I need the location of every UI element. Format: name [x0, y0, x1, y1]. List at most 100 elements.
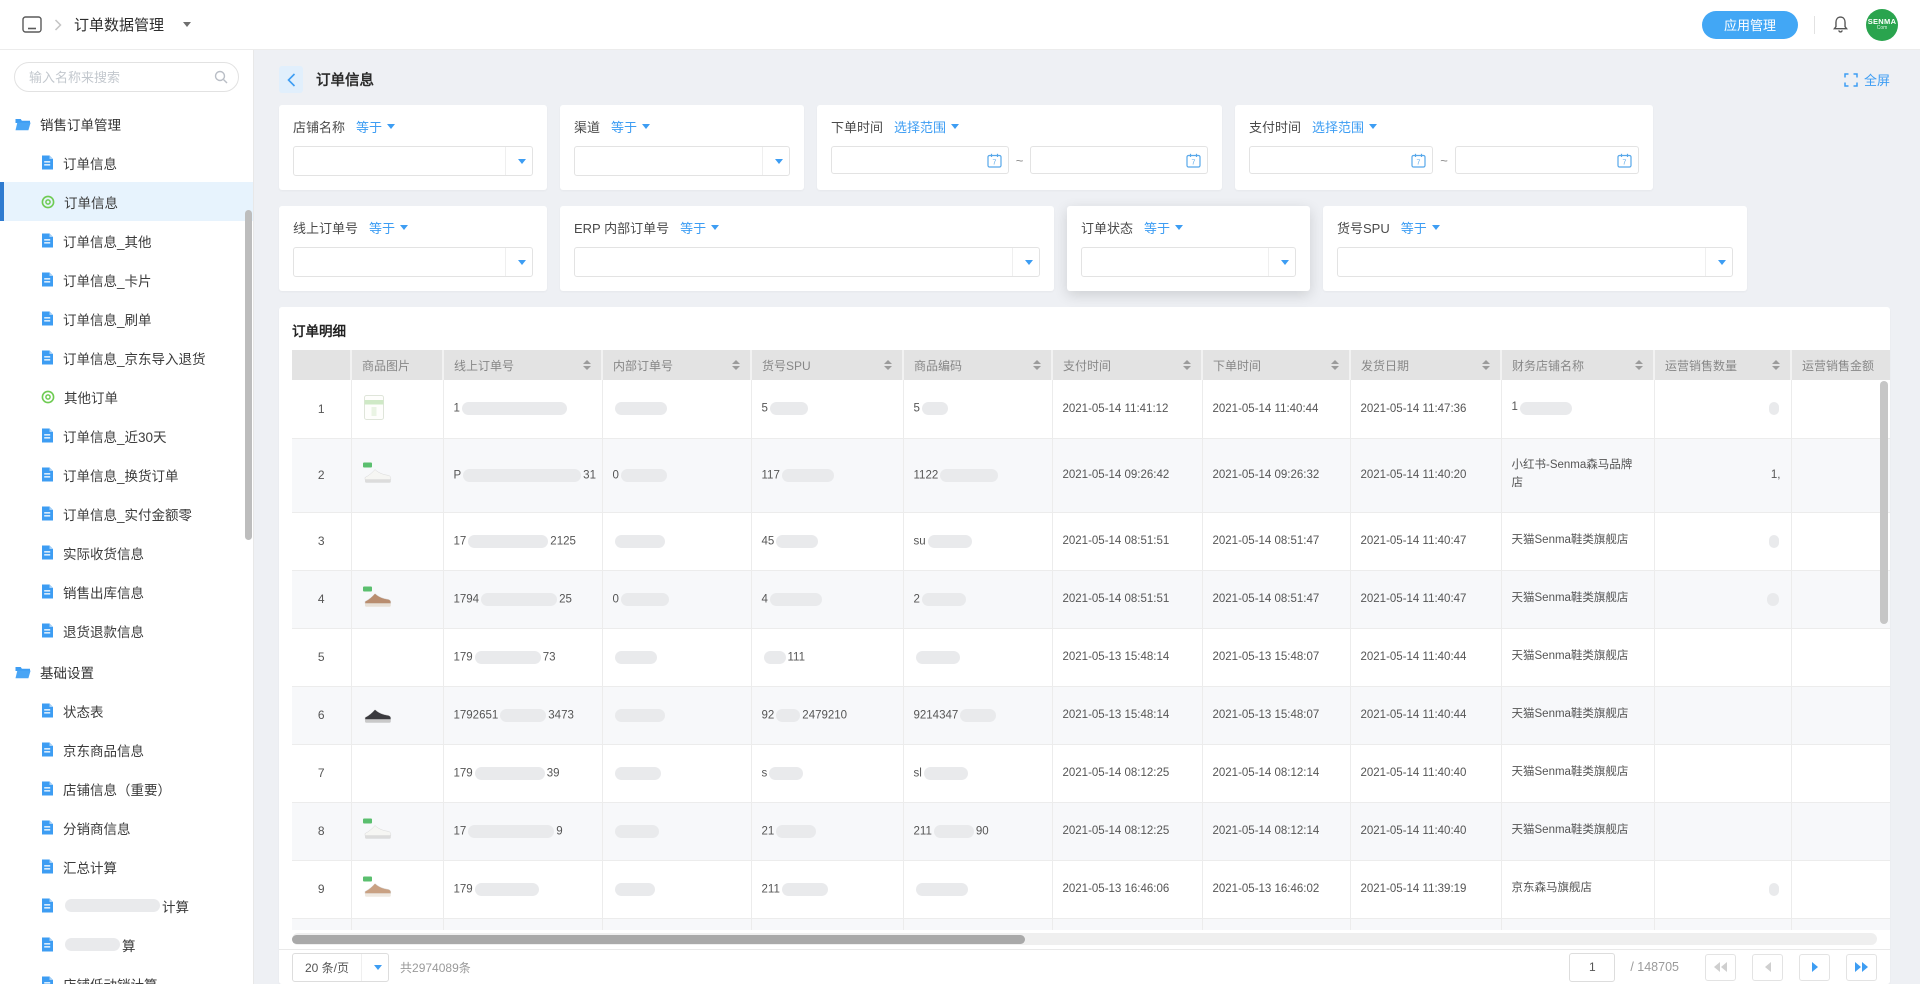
ship-date-cell: 2021-05-14 11:47:36 — [1350, 380, 1501, 438]
fullscreen-button[interactable]: 全屏 — [1844, 70, 1890, 89]
page-size-select[interactable]: 20 条/页 — [292, 953, 389, 982]
sidebar-item[interactable]: 订单信息_近30天 — [0, 416, 253, 455]
sidebar-item[interactable]: 订单信息_刷单 — [0, 299, 253, 338]
svg-text:7: 7 — [1417, 159, 1421, 166]
order-time-cell: 2021-05-14 08:51:47 — [1202, 570, 1350, 628]
sidebar-item[interactable]: 实际收货信息 — [0, 533, 253, 572]
filter-op-dropdown[interactable]: 选择范围 — [1312, 117, 1377, 136]
ship-date-cell: 2021-05-14 11:39:19 — [1350, 860, 1501, 918]
filter-op-dropdown[interactable]: 选择范围 — [894, 117, 959, 136]
sidebar-item[interactable]: 订单信息 — [0, 143, 253, 182]
filter-op-dropdown[interactable]: 等于 — [1401, 218, 1440, 237]
sidebar-item[interactable]: 销售出库信息 — [0, 572, 253, 611]
filter-select[interactable] — [1337, 247, 1733, 277]
sidebar-item[interactable]: 汇总计算 — [0, 847, 253, 886]
doc-icon — [41, 350, 54, 365]
ship-date-cell: 2021-05-14 11:40:40 — [1350, 744, 1501, 802]
column-header[interactable]: 货号SPU — [751, 350, 903, 380]
page-input[interactable] — [1569, 953, 1615, 982]
column-header-label: 商品编码 — [914, 357, 962, 374]
first-page-button[interactable] — [1705, 954, 1736, 981]
spu-cell: 111 — [751, 628, 903, 686]
sidebar-item[interactable]: 订单信息_换货订单 — [0, 455, 253, 494]
filter-op-dropdown[interactable]: 等于 — [680, 218, 719, 237]
column-header[interactable]: 商品编码 — [903, 350, 1052, 380]
date-input-start[interactable]: 7 — [831, 146, 1009, 174]
column-header[interactable]: 发货日期 — [1350, 350, 1501, 380]
table-wrap: 商品图片线上订单号内部订单号货号SPU商品编码支付时间下单时间发货日期财务店铺名… — [279, 350, 1890, 930]
sidebar-item[interactable]: 店铺信息（重要） — [0, 769, 253, 808]
last-page-button[interactable] — [1846, 954, 1877, 981]
sidebar-item[interactable]: 京东商品信息 — [0, 730, 253, 769]
select-caret — [505, 147, 532, 175]
svg-text:7: 7 — [1192, 159, 1196, 166]
online-order-no-cell: 179 — [443, 802, 602, 860]
column-header[interactable]: 内部订单号 — [602, 350, 751, 380]
prev-page-button[interactable] — [1752, 954, 1783, 981]
date-input-start[interactable]: 7 — [1249, 146, 1433, 174]
sidebar-item[interactable]: 算 — [0, 925, 253, 964]
doc-icon — [41, 506, 54, 521]
filter-select[interactable] — [574, 146, 790, 176]
sidebar-item[interactable]: 订单信息_其他 — [0, 221, 253, 260]
table-vertical-scrollbar[interactable] — [1880, 381, 1888, 624]
sidebar-item[interactable]: 订单信息_京东导入退货 — [0, 338, 253, 377]
sidebar-item[interactable]: 计算 — [0, 886, 253, 925]
pagination-bar: 20 条/页 共2974089条 / 148705 — [279, 949, 1890, 984]
column-header-label: 运营销售金额 — [1802, 357, 1874, 374]
sidebar-item[interactable]: 其他订单 — [0, 377, 253, 416]
sidebar-item[interactable]: 状态表 — [0, 691, 253, 730]
sidebar-group-label: 销售订单管理 — [40, 114, 121, 134]
online-order-no-cell: 17973 — [443, 628, 602, 686]
order-time-cell: 2021-05-13 15:48:07 — [1202, 628, 1350, 686]
sidebar-scrollbar[interactable] — [245, 210, 252, 540]
sidebar-group[interactable]: 基础设置 — [0, 650, 253, 691]
sidebar-item-label: 订单信息_换货订单 — [63, 465, 179, 485]
sort-icon — [1772, 360, 1780, 370]
filter-select[interactable] — [293, 146, 533, 176]
sidebar-item[interactable]: 店铺低动销计算 — [0, 964, 253, 984]
date-input-end[interactable]: 7 — [1030, 146, 1208, 174]
sidebar-item[interactable]: 订单信息_卡片 — [0, 260, 253, 299]
filter-op-dropdown[interactable]: 等于 — [1144, 218, 1183, 237]
column-header[interactable]: 财务店铺名称 — [1501, 350, 1654, 380]
user-avatar[interactable]: SENMA Com — [1866, 9, 1898, 41]
sidebar-item[interactable]: 订单信息 — [0, 182, 253, 221]
window-icon[interactable] — [22, 16, 42, 33]
filter-op-dropdown[interactable]: 等于 — [611, 117, 650, 136]
column-header[interactable]: 支付时间 — [1052, 350, 1202, 380]
sidebar-search-input[interactable] — [14, 62, 239, 92]
table-horizontal-scrollbar[interactable] — [292, 935, 1025, 944]
sidebar-item[interactable]: 分销商信息 — [0, 808, 253, 847]
sidebar-item[interactable]: 退货退款信息 — [0, 611, 253, 650]
sidebar-group[interactable]: 销售订单管理 — [0, 102, 253, 143]
filter-select[interactable] — [293, 247, 533, 277]
app-title[interactable]: 订单数据管理 — [74, 14, 164, 35]
sidebar-item-label: 订单信息 — [63, 153, 117, 173]
internal-order-no-cell — [602, 686, 751, 744]
column-header[interactable]: 运营销售金额 — [1791, 350, 1890, 380]
next-page-button[interactable] — [1799, 954, 1830, 981]
sales-amount-cell — [1791, 380, 1890, 438]
internal-order-no-cell — [602, 918, 751, 930]
search-icon — [214, 70, 228, 89]
app-manage-button[interactable]: 应用管理 — [1702, 11, 1798, 39]
filter-select[interactable] — [1081, 247, 1296, 277]
sales-qty-cell — [1654, 570, 1791, 628]
column-header[interactable]: 线上订单号 — [443, 350, 602, 380]
online-order-no-cell: 179425 — [443, 570, 602, 628]
spu-cell: 21 — [751, 802, 903, 860]
product-code-cell — [903, 918, 1052, 930]
row-number: 5 — [292, 628, 351, 686]
filter-select[interactable] — [574, 247, 1040, 277]
date-input-end[interactable]: 7 — [1455, 146, 1639, 174]
title-dropdown-icon[interactable] — [183, 22, 191, 27]
column-header[interactable]: 下单时间 — [1202, 350, 1350, 380]
column-header[interactable]: 运营销售数量 — [1654, 350, 1791, 380]
product-code-cell — [903, 628, 1052, 686]
notification-bell-icon[interactable] — [1831, 15, 1850, 34]
filter-op-dropdown[interactable]: 等于 — [369, 218, 408, 237]
back-button[interactable] — [279, 66, 303, 93]
filter-op-dropdown[interactable]: 等于 — [356, 117, 395, 136]
sidebar-item[interactable]: 订单信息_实付金额零 — [0, 494, 253, 533]
